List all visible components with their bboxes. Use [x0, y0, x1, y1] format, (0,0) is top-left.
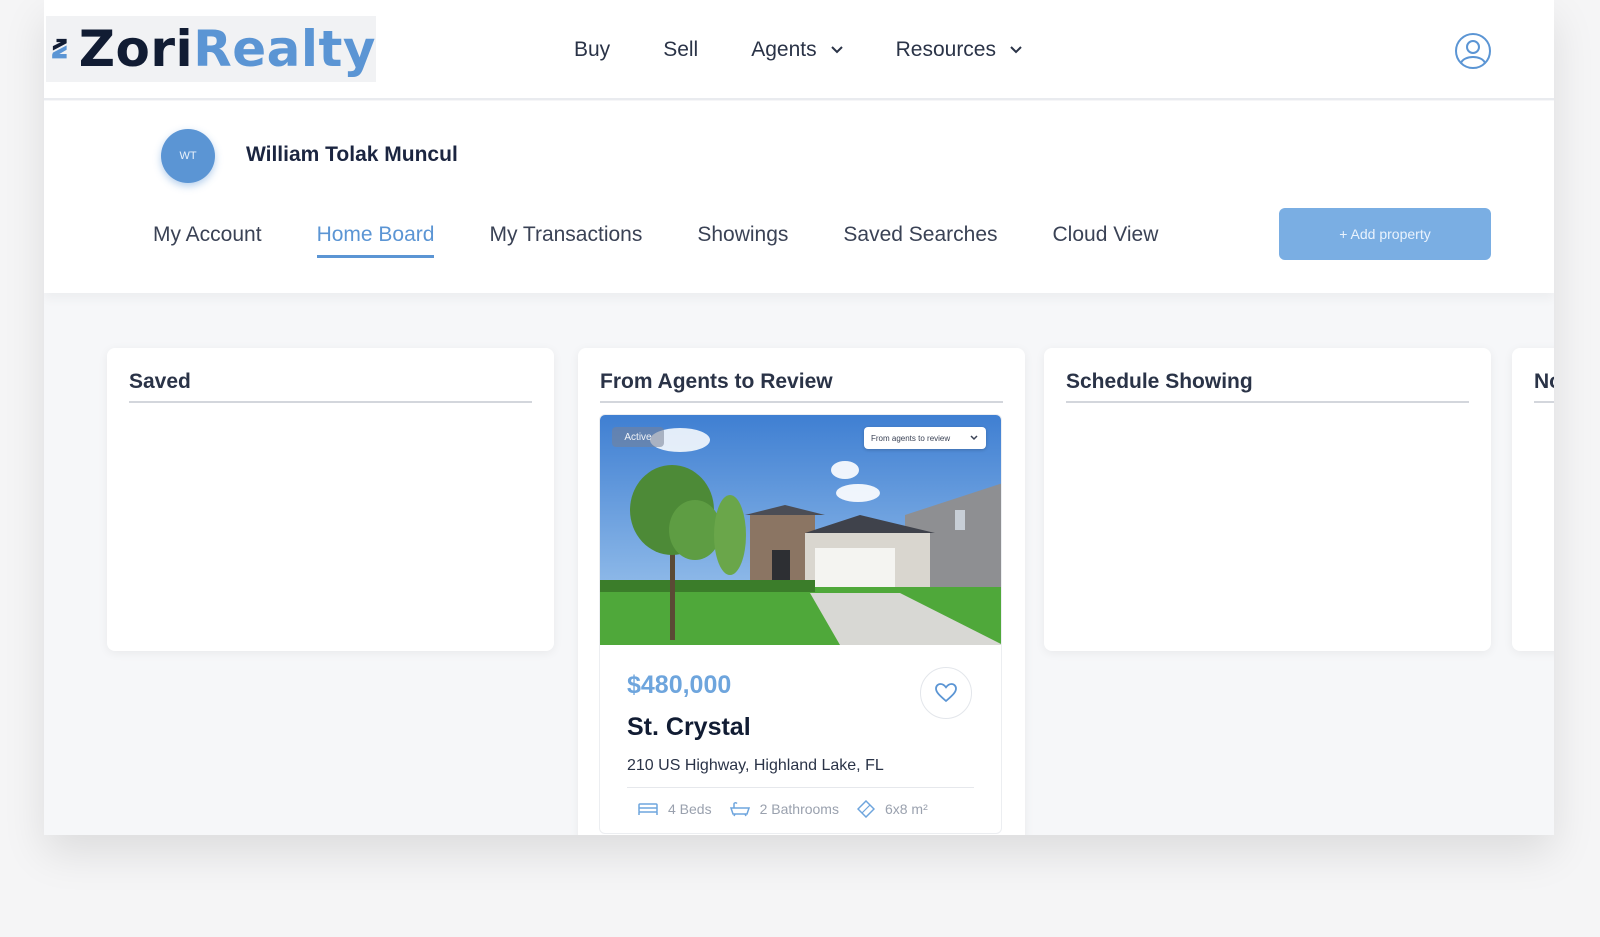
bathtub-icon — [729, 802, 750, 817]
feature-baths: 2 Bathrooms — [729, 801, 839, 817]
tab-saved-searches[interactable]: Saved Searches — [843, 223, 997, 258]
nav-item-label: Agents — [751, 38, 817, 61]
logo-text-realty: Realty — [193, 20, 376, 78]
nav-item-label: Sell — [663, 38, 699, 61]
feature-label: 2 Bathrooms — [759, 801, 839, 817]
tab-home-board[interactable]: Home Board — [316, 223, 435, 258]
nav-item-agents[interactable]: Agents — [751, 38, 843, 62]
avatar[interactable]: WT — [161, 129, 215, 183]
feature-label: 4 Beds — [668, 801, 712, 817]
user-name: William Tolak Muncul — [246, 143, 458, 166]
main-nav: Buy Sell Agents Resources — [574, 38, 1075, 62]
account-tabs: My Account Home Board My Transactions Sh… — [153, 223, 1213, 258]
logo-text-zori: Zori — [78, 20, 194, 78]
select-label: From agents to review — [871, 433, 951, 443]
logo-text: ZoriRealty — [79, 20, 376, 78]
review-source-select[interactable]: From agents to review — [864, 427, 986, 449]
tab-showings[interactable]: Showings — [697, 223, 788, 258]
property-address: 210 US Highway, Highland Lake, FL — [627, 757, 884, 774]
top-header: ZoriRealty Buy Sell Agents Resources — [44, 0, 1554, 100]
board-divider — [1534, 401, 1554, 403]
property-card[interactable]: Active From agents to review $480,000 St… — [599, 414, 1002, 834]
board-from-agents: From Agents to Review Active From agents… — [578, 348, 1025, 835]
nav-item-label: Buy — [574, 38, 611, 61]
tab-cloud-view[interactable]: Cloud View — [1053, 223, 1159, 258]
chevron-down-icon — [970, 435, 978, 441]
tab-my-transactions[interactable]: My Transactions — [489, 223, 642, 258]
property-features: 4 Beds 2 Bathrooms 6x8 m² — [638, 800, 946, 818]
area-icon — [856, 800, 875, 818]
board-saved: Saved — [107, 348, 554, 651]
logo-mark-icon — [52, 38, 67, 59]
board-schedule-showing: Schedule Showing — [1044, 348, 1491, 651]
app-window: ZoriRealty Buy Sell Agents Resources WT … — [44, 0, 1554, 835]
board-title: Schedule Showing — [1066, 370, 1253, 393]
board-title: Saved — [129, 370, 191, 393]
favorite-button[interactable] — [920, 667, 972, 719]
status-badge: Active — [612, 427, 664, 447]
board-title: No — [1534, 370, 1554, 393]
bed-icon — [638, 803, 658, 815]
feature-beds: 4 Beds — [638, 801, 712, 817]
nav-item-sell[interactable]: Sell — [663, 38, 698, 62]
chevron-down-icon — [1010, 46, 1022, 54]
board-divider — [600, 401, 1003, 403]
add-property-button[interactable]: + Add property — [1279, 208, 1491, 260]
chevron-down-icon — [830, 46, 843, 54]
heart-icon — [935, 683, 957, 703]
property-photo — [600, 415, 1001, 645]
feature-area: 6x8 m² — [856, 800, 928, 818]
nav-item-resources[interactable]: Resources — [896, 38, 1022, 62]
board-divider — [129, 401, 532, 403]
board-divider — [1066, 401, 1469, 403]
board-next: No — [1512, 348, 1554, 651]
property-name: St. Crystal — [627, 713, 751, 741]
nav-item-buy[interactable]: Buy — [574, 38, 610, 62]
card-divider — [627, 787, 974, 788]
board-title: From Agents to Review — [600, 370, 833, 393]
property-price: $480,000 — [627, 671, 732, 699]
user-circle-icon[interactable] — [1454, 32, 1492, 70]
nav-item-label: Resources — [895, 38, 996, 61]
profile-section: WT William Tolak Muncul My Account Home … — [44, 101, 1554, 293]
logo[interactable]: ZoriRealty — [46, 16, 376, 82]
tab-my-account[interactable]: My Account — [153, 223, 262, 258]
feature-label: 6x8 m² — [884, 801, 928, 817]
